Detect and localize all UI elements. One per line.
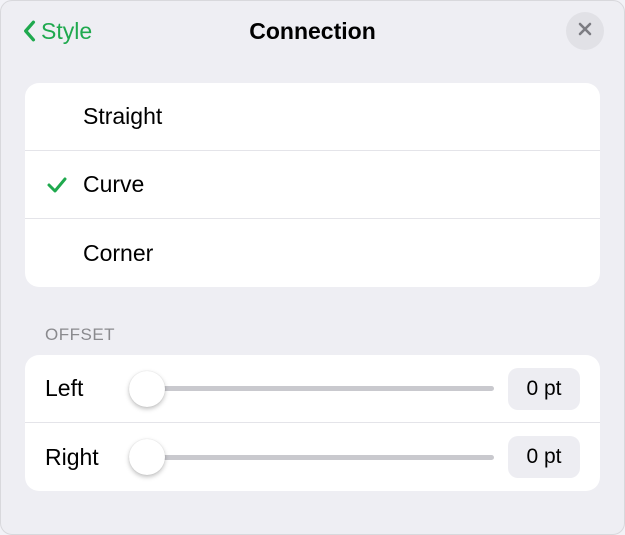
page-title: Connection (249, 18, 376, 45)
offset-right-slider[interactable] (129, 437, 494, 477)
offset-left-value[interactable]: 0 pt (508, 368, 580, 410)
connection-type-curve[interactable]: Curve (25, 151, 600, 219)
offset-section-header: OFFSET (45, 325, 580, 345)
connection-type-list: Straight Curve Corner (25, 83, 600, 287)
chevron-left-icon (21, 20, 37, 42)
connection-type-label: Straight (83, 103, 162, 130)
offset-right-row: Right 0 pt (25, 423, 600, 491)
back-label: Style (41, 18, 92, 45)
offset-right-label: Right (45, 444, 115, 471)
offset-left-row: Left 0 pt (25, 355, 600, 423)
connection-type-corner[interactable]: Corner (25, 219, 600, 287)
checkmark-icon (45, 173, 69, 197)
panel-header: Style Connection (1, 1, 624, 61)
slider-track (129, 386, 494, 391)
connection-type-label: Curve (83, 171, 144, 198)
offset-right-value[interactable]: 0 pt (508, 436, 580, 478)
close-button[interactable] (566, 12, 604, 50)
offset-group: Left 0 pt Right 0 pt (25, 355, 600, 491)
offset-left-label: Left (45, 375, 115, 402)
offset-left-slider[interactable] (129, 369, 494, 409)
slider-thumb[interactable] (129, 371, 165, 407)
slider-track (129, 455, 494, 460)
connection-type-label: Corner (83, 240, 153, 267)
slider-thumb[interactable] (129, 439, 165, 475)
back-button[interactable]: Style (21, 18, 92, 45)
check-slot (45, 173, 83, 197)
connection-type-straight[interactable]: Straight (25, 83, 600, 151)
close-icon (577, 21, 593, 42)
connection-settings-panel: Style Connection Straight Curve Corner O (0, 0, 625, 535)
